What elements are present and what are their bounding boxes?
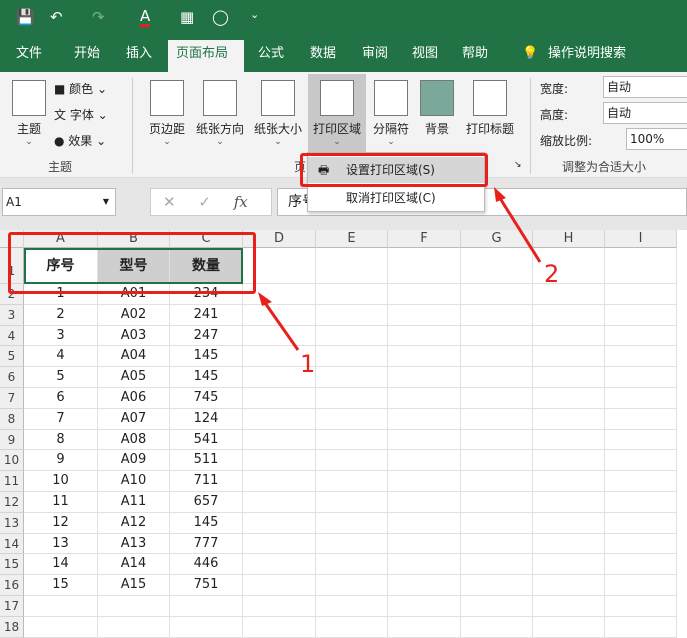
annotation-arrows xyxy=(258,187,542,351)
annotation-number-1: 1 xyxy=(300,350,316,378)
annotation-number-2: 2 xyxy=(544,260,560,288)
